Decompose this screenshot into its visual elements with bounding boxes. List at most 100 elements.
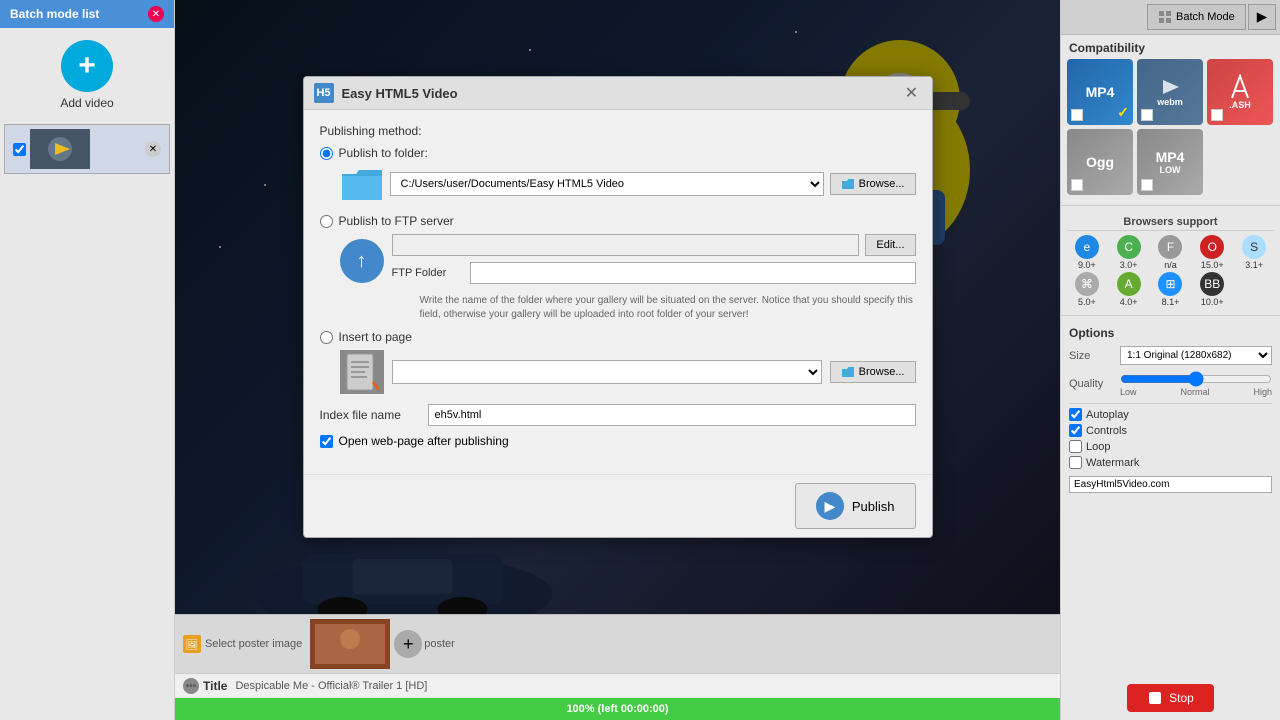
loop-checkbox[interactable] <box>1069 440 1082 453</box>
options-section: Options Size 1:1 Original (1280x682) Qua… <box>1061 320 1280 499</box>
browse-page-button[interactable]: Browse... <box>830 361 916 383</box>
ios-version: 5.0+ <box>1078 297 1096 307</box>
ftp-folder-label: FTP Folder <box>392 267 462 279</box>
publish-ftp-radio[interactable] <box>320 215 333 228</box>
ftp-folder-row: FTP Folder <box>392 262 916 284</box>
page-browse-icon <box>841 366 855 378</box>
insert-label: Insert to page <box>339 330 412 344</box>
title-dot-icon: ••• <box>183 678 199 694</box>
ftp-inputs: Edit... FTP Folder <box>392 234 916 288</box>
batch-header: Batch Mode ▶ <box>1061 0 1280 35</box>
video-remove-button[interactable]: ✕ <box>145 141 161 157</box>
ios-icon: ⌘ <box>1075 272 1099 296</box>
insert-page-select[interactable] <box>392 360 822 384</box>
browser-ie: e 9.0+ <box>1067 235 1107 270</box>
index-file-input[interactable] <box>428 404 916 426</box>
format-card-ogg[interactable]: Ogg <box>1067 129 1133 195</box>
ftp-radio-row: Publish to FTP server <box>320 214 916 228</box>
format-card-mp4[interactable]: MP4 ✓ <box>1067 59 1133 125</box>
format-card-webm[interactable]: webm <box>1137 59 1203 125</box>
webm-label: webm <box>1157 97 1183 107</box>
mp4low-checkbox-indicator <box>1141 179 1153 191</box>
modal-close-button[interactable]: ✕ <box>902 83 922 103</box>
insert-section: Browse... <box>340 350 916 394</box>
format-card-mp4low[interactable]: MP4 LOW <box>1137 129 1203 195</box>
folder-path-select[interactable]: C:/Users/user/Documents/Easy HTML5 Video <box>390 172 824 196</box>
publish-button-icon: ▶ <box>816 492 844 520</box>
format-card-ash[interactable]: .ASH <box>1207 59 1273 125</box>
controls-label: Controls <box>1086 425 1127 437</box>
quality-slider[interactable] <box>1120 371 1272 387</box>
open-webpage-checkbox[interactable] <box>320 435 333 448</box>
controls-row: Controls <box>1069 424 1272 437</box>
browser-win: ⊞ 8.1+ <box>1151 272 1191 307</box>
browser-chrome: C 3.0+ <box>1109 235 1149 270</box>
publish-insert-radio[interactable] <box>320 331 333 344</box>
batch-mode-button[interactable]: Batch Mode <box>1147 4 1246 30</box>
page-icon-svg <box>345 352 379 392</box>
edit-ftp-button[interactable]: Edit... <box>865 234 915 256</box>
ftp-label: Publish to FTP server <box>339 214 454 228</box>
android-version: 4.0+ <box>1120 297 1138 307</box>
autoplay-label: Autoplay <box>1086 409 1129 421</box>
video-preview: H5 Easy HTML5 Video ✕ Publishing method:… <box>175 0 1060 614</box>
watermark-checkbox[interactable] <box>1069 456 1082 469</box>
video-item-checkbox[interactable] <box>13 143 26 156</box>
bb-version: 10.0+ <box>1201 297 1224 307</box>
modal-body: Publishing method: Publish to folder: <box>304 110 932 474</box>
stop-icon <box>1147 690 1163 706</box>
right-panel: Batch Mode ▶ Compatibility MP4 ✓ webm .A… <box>1060 0 1280 720</box>
browse-folder-button[interactable]: Browse... <box>830 173 916 195</box>
add-video-button[interactable]: + Add video <box>0 28 174 122</box>
add-poster-button[interactable]: + <box>394 630 422 658</box>
watermark-input[interactable] <box>1069 476 1272 493</box>
open-webpage-label: Open web-page after publishing <box>339 434 509 448</box>
batch-icon <box>1158 10 1172 24</box>
publish-modal: H5 Easy HTML5 Video ✕ Publishing method:… <box>303 76 933 538</box>
sidebar: Batch mode list ✕ + Add video ✕ <box>0 0 175 720</box>
options-title: Options <box>1069 326 1272 340</box>
ftp-hint-text: Write the name of the folder where your … <box>420 294 916 322</box>
publish-button[interactable]: ▶ Publish <box>795 483 916 529</box>
safari-version: 3.1+ <box>1245 260 1263 270</box>
firefox-icon: F <box>1158 235 1182 259</box>
modal-title: Easy HTML5 Video <box>342 86 894 101</box>
safari-icon: S <box>1242 235 1266 259</box>
quality-low-label: Low <box>1120 387 1137 397</box>
open-webpage-row: Open web-page after publishing <box>320 434 916 448</box>
insert-radio-row: Insert to page <box>320 330 916 344</box>
chrome-version: 3.0+ <box>1120 260 1138 270</box>
autoplay-checkbox[interactable] <box>1069 408 1082 421</box>
ash-checkbox-indicator <box>1211 109 1223 121</box>
svg-text:🖼: 🖼 <box>186 639 199 651</box>
ftp-server-row: Edit... <box>392 234 916 256</box>
controls-checkbox[interactable] <box>1069 424 1082 437</box>
size-label: Size <box>1069 350 1114 362</box>
size-select[interactable]: 1:1 Original (1280x682) <box>1120 346 1272 365</box>
sidebar-header: Batch mode list ✕ <box>0 0 174 28</box>
browser-ff: F n/a <box>1151 235 1191 270</box>
mp4low-sub: LOW <box>1160 165 1181 175</box>
browser-opera: O 15.0+ <box>1192 235 1232 270</box>
center-content: H5 Easy HTML5 Video ✕ Publishing method:… <box>175 0 1060 720</box>
sidebar-close-button[interactable]: ✕ <box>148 6 164 22</box>
ftp-folder-input[interactable] <box>470 262 916 284</box>
expand-button[interactable]: ▶ <box>1248 4 1276 30</box>
add-video-icon: + <box>61 40 113 92</box>
list-item[interactable]: ✕ <box>4 124 170 174</box>
stop-button[interactable]: Stop <box>1127 684 1214 712</box>
browsers-title: Browsers support <box>1067 214 1274 231</box>
quality-normal-label: Normal <box>1180 387 1209 397</box>
folder-row: C:/Users/user/Documents/Easy HTML5 Video… <box>340 166 916 202</box>
title-value: Despicable Me - Official® Trailer 1 [HD] <box>227 680 427 692</box>
divider-3 <box>1069 403 1272 404</box>
opera-version: 15.0+ <box>1201 260 1224 270</box>
ftp-server-input[interactable] <box>392 234 860 256</box>
stop-label: Stop <box>1169 691 1194 705</box>
poster-label: poster <box>424 638 455 650</box>
ftp-upload-icon: ↑ <box>340 239 384 283</box>
folder-browse-icon <box>841 178 855 190</box>
poster-select-icon: 🖼 <box>183 635 201 653</box>
size-option-row: Size 1:1 Original (1280x682) <box>1069 346 1272 365</box>
publish-folder-radio[interactable] <box>320 147 333 160</box>
